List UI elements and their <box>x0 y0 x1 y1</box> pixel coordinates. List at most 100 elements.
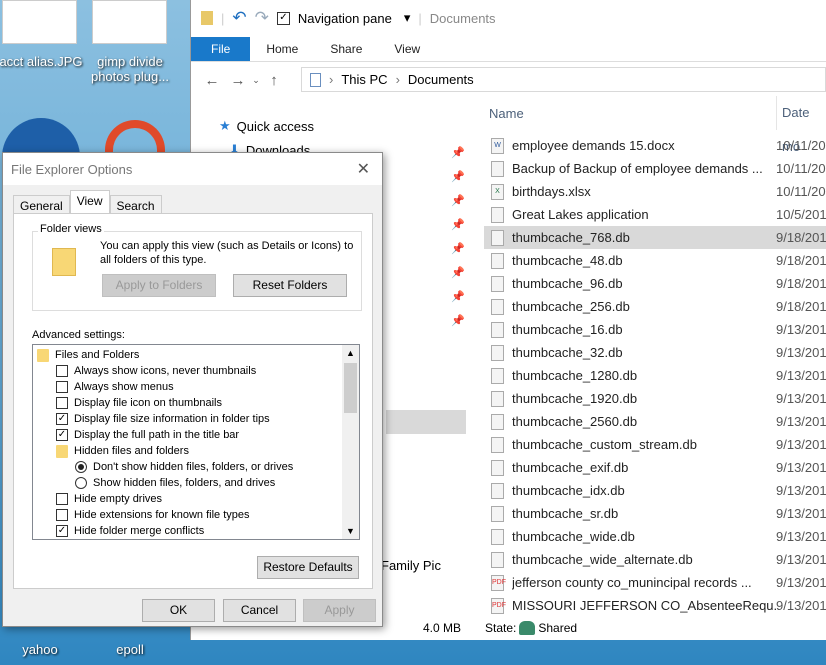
undo-icon[interactable]: ↶ <box>232 8 246 28</box>
file-row[interactable]: PDF MISSOURI JEFFERSON CO_AbsenteeRequ...… <box>484 594 826 617</box>
breadcrumb-documents[interactable]: Documents <box>408 72 474 87</box>
nav-selected-item[interactable] <box>386 410 466 434</box>
file-row[interactable]: thumbcache_sr.db 9/13/201 <box>484 502 826 525</box>
file-row[interactable]: thumbcache_32.db 9/13/201 <box>484 341 826 364</box>
checkbox[interactable] <box>56 509 68 521</box>
tab-file[interactable]: File <box>191 37 251 61</box>
pin-icon[interactable]: 📌 <box>451 314 465 327</box>
file-row[interactable]: thumbcache_custom_stream.db 9/13/201 <box>484 433 826 456</box>
checkbox[interactable]: ✓ <box>56 525 68 537</box>
nav-quick-access[interactable]: ★ Quick access <box>219 118 314 134</box>
desktop-icon-yahoo[interactable]: yahoo <box>0 642 85 657</box>
up-icon[interactable]: ↑ <box>263 72 285 89</box>
scrollbar-thumb[interactable] <box>344 363 357 413</box>
pin-icon[interactable]: 📌 <box>451 266 465 279</box>
redo-icon[interactable]: ↷ <box>255 8 269 28</box>
setting-check[interactable]: ✓ Display file size information in folder… <box>56 411 270 427</box>
setting-check[interactable]: Always show icons, never thumbnails <box>56 363 256 379</box>
radio-button[interactable] <box>75 461 87 473</box>
pin-icon[interactable]: 📌 <box>451 194 465 207</box>
setting-radio[interactable]: Don't show hidden files, folders, or dri… <box>75 459 293 475</box>
apply-button[interactable]: Apply <box>303 599 376 622</box>
scroll-down-icon[interactable]: ▼ <box>342 523 359 539</box>
scroll-up-icon[interactable]: ▲ <box>342 345 359 361</box>
file-row[interactable]: thumbcache_768.db 9/18/201 <box>484 226 826 249</box>
breadcrumb-this-pc[interactable]: This PC <box>341 72 387 87</box>
advanced-settings-tree[interactable]: ▲ ▼ Files and Folders Always show icons, … <box>32 344 360 540</box>
recent-dropdown-icon[interactable]: ⌄ <box>249 75 263 86</box>
file-row[interactable]: thumbcache_16.db 9/13/201 <box>484 318 826 341</box>
view-tab-panel: Folder views You can apply this view (su… <box>13 213 373 589</box>
radio-button[interactable] <box>75 477 87 489</box>
file-row[interactable]: thumbcache_wide_alternate.db 9/13/201 <box>484 548 826 571</box>
desktop-icon-acct-alias[interactable]: acct alias.JPG <box>0 54 86 69</box>
desktop-icon-epoll[interactable]: epoll <box>85 642 175 657</box>
file-date: 9/13/201 <box>776 552 826 567</box>
file-row[interactable]: Backup of Backup of employee demands ...… <box>484 157 826 180</box>
address-box[interactable]: › This PC › Documents <box>301 67 826 92</box>
pin-icon[interactable]: 📌 <box>451 290 465 303</box>
file-date: 9/13/201 <box>776 529 826 544</box>
file-row[interactable]: thumbcache_idx.db 9/13/201 <box>484 479 826 502</box>
doc-file-icon <box>491 160 504 177</box>
file-row[interactable]: thumbcache_256.db 9/18/201 <box>484 295 826 318</box>
apply-to-folders-button[interactable]: Apply to Folders <box>102 274 216 297</box>
doc-file-icon <box>491 206 504 223</box>
checkbox[interactable]: ✓ <box>56 429 68 441</box>
checkbox[interactable]: ✓ <box>56 413 68 425</box>
word-file-icon: W <box>491 137 504 154</box>
cancel-button[interactable]: Cancel <box>223 599 296 622</box>
checkbox[interactable] <box>56 365 68 377</box>
file-row[interactable]: thumbcache_96.db 9/18/201 <box>484 272 826 295</box>
state: State: Shared <box>485 620 578 635</box>
column-date-modified[interactable]: Date mo <box>776 96 826 154</box>
tab-view[interactable]: View <box>378 37 436 61</box>
checkbox[interactable] <box>56 397 68 409</box>
ok-button[interactable]: OK <box>142 599 215 622</box>
file-row[interactable]: thumbcache_48.db 9/18/201 <box>484 249 826 272</box>
pin-icon[interactable]: 📌 <box>451 242 465 255</box>
setting-check[interactable]: ✓ Display the full path in the title bar <box>56 427 239 443</box>
setting-check[interactable]: Display file icon on thumbnails <box>56 395 222 411</box>
file-row[interactable]: Xbirthdays.xlsx 10/11/20 <box>484 180 826 203</box>
file-row[interactable]: PDF jefferson county co_munincipal record… <box>484 571 826 594</box>
file-row[interactable]: thumbcache_2560.db 9/13/201 <box>484 410 826 433</box>
file-row[interactable]: thumbcache_1280.db 9/13/201 <box>484 364 826 387</box>
file-date: 9/13/201 <box>776 598 826 613</box>
pin-icon[interactable]: 📌 <box>451 218 465 231</box>
setting-check[interactable]: Always show menus <box>56 379 174 395</box>
setting-folder: Files and Folders <box>37 347 139 363</box>
forward-icon[interactable]: → <box>227 72 249 89</box>
db-file-icon <box>491 528 504 545</box>
file-row[interactable]: thumbcache_wide.db 9/13/201 <box>484 525 826 548</box>
folder-icon <box>37 348 49 362</box>
dialog-title-bar: File Explorer Options ✕ <box>3 153 382 185</box>
file-row[interactable]: thumbcache_1920.db 9/13/201 <box>484 387 826 410</box>
setting-check[interactable]: ✓ Hide folder merge conflicts <box>56 523 204 539</box>
file-row[interactable]: Wemployee demands 15.docx 10/11/20 <box>484 134 826 157</box>
file-row[interactable]: thumbcache_exif.db 9/13/201 <box>484 456 826 479</box>
checkbox[interactable] <box>56 493 68 505</box>
back-icon[interactable]: ← <box>201 72 223 89</box>
file-name: thumbcache_32.db <box>512 345 623 360</box>
file-date: 10/5/201 <box>776 207 826 222</box>
reset-folders-button[interactable]: Reset Folders <box>233 274 347 297</box>
desktop-icon-gimp[interactable]: gimp divide photos plug... <box>84 54 176 84</box>
pin-icon[interactable]: 📌 <box>451 170 465 183</box>
setting-check[interactable]: Hide empty drives <box>56 491 162 507</box>
column-name[interactable]: Name <box>489 106 524 121</box>
nav-family-pic[interactable]: Family Pic <box>381 558 441 573</box>
pin-icon[interactable]: 📌 <box>451 146 465 159</box>
restore-defaults-button[interactable]: Restore Defaults <box>257 556 359 579</box>
navigation-pane-checkbox[interactable]: ✓ <box>276 11 290 25</box>
close-icon[interactable]: ✕ <box>357 159 370 179</box>
scrollbar[interactable]: ▲ ▼ <box>342 345 359 539</box>
db-file-icon <box>491 321 504 338</box>
tab-share[interactable]: Share <box>314 37 378 61</box>
setting-check[interactable]: Hide extensions for known file types <box>56 507 249 523</box>
file-row[interactable]: Great Lakes application 10/5/201 <box>484 203 826 226</box>
checkbox[interactable] <box>56 381 68 393</box>
tab-home[interactable]: Home <box>250 37 314 61</box>
customize-dropdown-icon[interactable]: ▾ <box>404 10 411 26</box>
setting-radio[interactable]: Show hidden files, folders, and drives <box>75 475 275 491</box>
